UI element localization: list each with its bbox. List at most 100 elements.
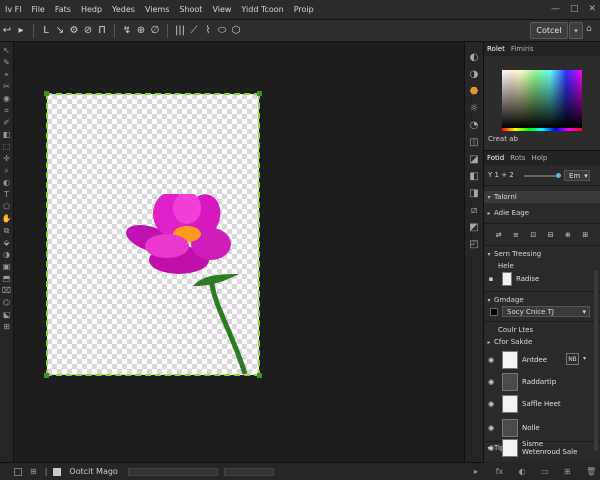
option-tool-icon-9[interactable]: ∅ — [148, 25, 162, 36]
option-tool-icon-5[interactable]: ⊘ — [81, 25, 95, 36]
menu-item-2[interactable]: Fats — [50, 5, 76, 14]
layers-footer-icon-1[interactable]: ◐ — [519, 467, 526, 476]
menu-item-0[interactable]: Iv Fl — [0, 5, 26, 14]
section-grading[interactable]: ▾ Gmdage — [484, 295, 600, 305]
option-tool-icon-4[interactable]: ⚙ — [67, 25, 81, 36]
adjust-tool-icon-3[interactable]: ⊟ — [548, 231, 554, 239]
tab-rots[interactable]: Rots — [510, 154, 525, 162]
section-tutorial[interactable]: ▾ Talornl — [484, 191, 600, 203]
color-picker-field[interactable] — [502, 70, 582, 128]
menu-item-4[interactable]: Yedes — [107, 5, 140, 14]
frame-icon[interactable] — [14, 467, 22, 476]
panel-toggle-icon-2[interactable]: ⬣ — [470, 86, 479, 97]
grid-icon[interactable]: ⊞ — [30, 467, 37, 476]
menu-item-8[interactable]: Yidd Tcoon — [236, 5, 288, 14]
chevron-down-icon[interactable]: ▾ — [583, 355, 586, 362]
bottom-layer-row[interactable]: ◉ Sisme Wetenroud Sale — [484, 438, 600, 458]
tool-icon-6[interactable]: ✐ — [3, 118, 10, 127]
cancel-dropdown-button[interactable]: ▾ — [569, 22, 583, 39]
value-slider[interactable] — [524, 175, 558, 177]
option-tool-icon-13[interactable]: ⬭ — [215, 25, 229, 36]
layers-footer-icon-3[interactable]: ⊞ — [564, 467, 571, 476]
adjust-tool-icon-0[interactable]: ⇄ — [496, 231, 502, 239]
radius-row[interactable]: ▪ Radise — [484, 271, 600, 287]
option-tool-icon-0[interactable]: ↩ — [0, 25, 14, 36]
selection-handle-top-left[interactable] — [44, 91, 49, 96]
value-slider-knob[interactable] — [556, 173, 561, 178]
tool-icon-17[interactable]: ◑ — [3, 250, 10, 259]
tool-icon-18[interactable]: ▣ — [3, 262, 11, 271]
tool-icon-12[interactable]: T — [4, 190, 9, 199]
panel-toggle-icon-0[interactable]: ◐ — [470, 52, 479, 63]
eye-icon[interactable]: ◉ — [484, 444, 498, 452]
option-tool-icon-11[interactable]: ⟋ — [187, 25, 201, 36]
eye-icon[interactable]: ◉ — [484, 356, 498, 364]
menu-item-6[interactable]: Shoot — [174, 5, 207, 14]
menu-item-9[interactable]: Proip — [289, 5, 319, 14]
option-tool-icon-6[interactable]: Π — [95, 25, 109, 36]
tool-icon-3[interactable]: ✂ — [3, 82, 10, 91]
panel-toggle-icon-10[interactable]: ◩ — [469, 222, 478, 233]
zoom-field[interactable] — [53, 467, 62, 476]
adjust-tool-icon-1[interactable]: ≡ — [513, 231, 519, 239]
panel-scrollbar[interactable] — [594, 271, 598, 451]
bar-icon[interactable]: | — [45, 467, 48, 476]
panel-toggle-icon-7[interactable]: ◧ — [469, 171, 478, 182]
eye-icon[interactable]: ◉ — [484, 424, 498, 432]
canvas-area[interactable] — [14, 42, 464, 462]
tab-holp[interactable]: Holp — [531, 154, 547, 162]
eye-icon[interactable]: ◉ — [484, 378, 498, 386]
menu-item-5[interactable]: Viems — [140, 5, 174, 14]
selection-handle-top-right[interactable] — [257, 91, 262, 96]
tab-swatches[interactable]: Fimiris — [511, 45, 534, 53]
section-course[interactable]: Coulr Ltes — [484, 325, 600, 335]
tool-icon-0[interactable]: ↖ — [3, 46, 10, 55]
layer-badge[interactable]: NB — [566, 353, 579, 365]
adjust-tool-icon-5[interactable]: ⊞ — [582, 231, 588, 239]
selection-handle-bottom-right[interactable] — [257, 373, 262, 378]
tool-icon-8[interactable]: ⬚ — [3, 142, 11, 151]
option-tool-icon-8[interactable]: ⊕ — [134, 25, 148, 36]
tool-icon-16[interactable]: ⬙ — [3, 238, 9, 247]
tool-icon-7[interactable]: ◧ — [3, 130, 11, 139]
menu-item-1[interactable]: File — [26, 5, 49, 14]
eye-icon[interactable]: ◉ — [484, 400, 498, 408]
section-save-trees[interactable]: ▾ Sern Treesing — [484, 249, 600, 259]
tool-icon-20[interactable]: ⌧ — [2, 286, 11, 295]
tool-icon-13[interactable]: ⬠ — [3, 202, 10, 211]
hue-slider[interactable] — [502, 128, 582, 131]
tool-icon-19[interactable]: ⬒ — [3, 274, 11, 283]
option-tool-icon-2[interactable]: L — [39, 25, 53, 36]
option-tool-icon-12[interactable]: ⌇ — [201, 25, 215, 36]
tab-color[interactable]: Rolet — [487, 45, 505, 53]
menu-item-3[interactable]: Hedp — [76, 5, 107, 14]
option-tool-icon-3[interactable]: ↘ — [53, 25, 67, 36]
tool-icon-9[interactable]: ✛ — [3, 154, 10, 163]
option-tool-icon-1[interactable]: ▸ — [14, 25, 28, 36]
layer-row[interactable]: ◉ Nolle — [484, 417, 600, 439]
layers-footer-icon-4[interactable]: 🗑 — [586, 467, 596, 476]
tab-fotid[interactable]: Fotid — [487, 154, 504, 162]
panel-toggle-icon-6[interactable]: ◪ — [469, 154, 478, 165]
panel-toggle-icon-5[interactable]: ◫ — [469, 137, 478, 148]
panel-toggle-icon-11[interactable]: ◰ — [469, 239, 478, 250]
selection-handle-bottom-left[interactable] — [44, 373, 49, 378]
menu-item-7[interactable]: View — [207, 5, 236, 14]
tool-icon-11[interactable]: ◐ — [3, 178, 10, 187]
tool-icon-23[interactable]: ⊞ — [3, 322, 10, 331]
layer-row[interactable]: ◉ Antdee NB ▾ — [484, 349, 600, 371]
layers-footer-icon-0[interactable]: fx — [496, 467, 504, 476]
panel-toggle-icon-9[interactable]: ⧄ — [471, 205, 477, 216]
minimize-icon[interactable]: — — [551, 4, 560, 14]
option-tool-icon-7[interactable]: ↯ — [120, 25, 134, 36]
tool-icon-4[interactable]: ◉ — [3, 94, 10, 103]
panel-toggle-icon-3[interactable]: ☼ — [470, 103, 479, 114]
layer-row[interactable]: ◉ Raddartip — [484, 371, 600, 393]
tool-icon-14[interactable]: ✋ — [2, 214, 12, 223]
value-dropdown[interactable]: Em ▾ — [564, 170, 590, 181]
panel-toggle-icon-4[interactable]: ◔ — [470, 120, 479, 131]
tool-icon-22[interactable]: ⬕ — [3, 310, 11, 319]
tool-icon-10[interactable]: ⌕ — [4, 166, 8, 175]
maximize-icon[interactable]: □ — [570, 4, 579, 14]
scroll-icon[interactable]: ▸ — [474, 467, 478, 476]
